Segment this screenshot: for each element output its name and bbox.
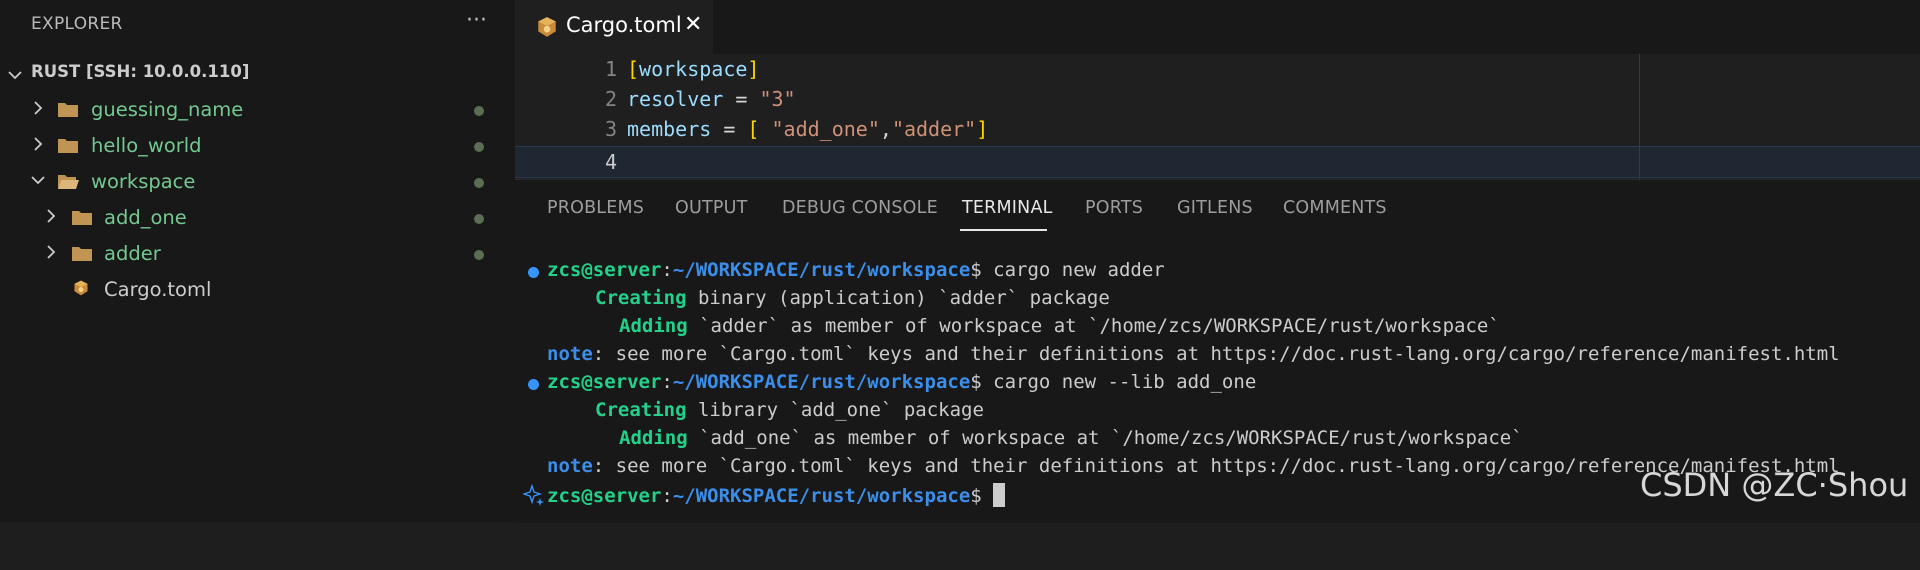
tab-problems[interactable]: PROBLEMS	[547, 198, 644, 218]
folder-icon	[58, 103, 78, 117]
more-actions-icon[interactable]: ···	[466, 8, 487, 33]
folder-icon	[58, 139, 78, 153]
tree-folder-adder[interactable]: adder	[0, 237, 515, 271]
tree-file-cargo-toml[interactable]: Cargo.toml	[0, 273, 515, 307]
code-text: [workspace]	[627, 57, 760, 81]
code-text: members = [ "add_one","adder"]	[627, 117, 989, 141]
tab-debug-console[interactable]: DEBUG CONSOLE	[782, 198, 938, 218]
chevron-down-icon	[8, 71, 22, 80]
code-text: resolver = "3"	[627, 87, 796, 111]
git-status-dot	[474, 142, 484, 152]
tree-folder-workspace[interactable]: workspace	[0, 165, 515, 199]
tree-item-label: add_one	[104, 206, 187, 229]
command-success-icon	[528, 379, 539, 390]
git-status-dot	[474, 250, 484, 260]
line-number: 4	[604, 150, 617, 174]
git-status-dot	[474, 178, 484, 188]
terminal-line: note: see more `Cargo.toml` keys and the…	[547, 455, 1840, 477]
terminal-line: Adding `adder` as member of workspace at…	[619, 315, 1500, 337]
tree-item-label: adder	[104, 242, 161, 265]
line-number: 1	[604, 57, 617, 81]
git-status-dot	[474, 106, 484, 116]
workspace-root-label: RUST [SSH: 10.0.0.110]	[31, 62, 250, 81]
folder-icon	[72, 211, 92, 225]
terminal-prompt-line: zcs@server:~/WORKSPACE/rust/workspace$	[515, 482, 1006, 510]
folder-open-icon	[58, 175, 79, 189]
sparkle-icon[interactable]	[523, 484, 545, 506]
command-success-icon	[528, 267, 539, 278]
tab-output[interactable]: OUTPUT	[675, 198, 748, 218]
terminal-line: zcs@server:~/WORKSPACE/rust/workspace$ c…	[515, 370, 1256, 398]
tab-terminal[interactable]: TERMINAL	[962, 198, 1053, 218]
chevron-right-icon	[47, 209, 56, 223]
tab-gitlens[interactable]: GITLENS	[1177, 198, 1253, 218]
explorer-title: EXPLORER	[31, 14, 123, 34]
tree-item-label: workspace	[91, 170, 196, 193]
tree-item-label: Cargo.toml	[104, 278, 212, 301]
chevron-right-icon	[47, 245, 56, 259]
explorer-sidebar: EXPLORER ··· RUST [SSH: 10.0.0.110] gues…	[0, 0, 515, 522]
active-tab-indicator	[960, 229, 1047, 231]
git-status-dot	[474, 214, 484, 224]
watermark: CSDN @ZC·Shou	[1640, 466, 1909, 504]
tab-label: Cargo.toml	[566, 13, 682, 37]
code-line: 1 [workspace]	[515, 54, 1920, 84]
chevron-down-icon	[31, 176, 45, 185]
code-line-current: 4	[515, 146, 1920, 178]
editor-ruler	[1639, 54, 1640, 179]
chevron-right-icon	[34, 137, 43, 151]
terminal-line: Adding `add_one` as member of workspace …	[619, 427, 1523, 449]
line-number: 2	[604, 87, 617, 111]
terminal-line: zcs@server:~/WORKSPACE/rust/workspace$ c…	[515, 258, 1165, 286]
code-line: 2 resolver = "3"	[515, 84, 1920, 114]
workspace-root-header[interactable]: RUST [SSH: 10.0.0.110]	[0, 60, 515, 88]
tab-ports[interactable]: PORTS	[1085, 198, 1143, 218]
toml-file-icon	[74, 280, 88, 296]
code-editor[interactable]: 1 [workspace] 2 resolver = "3" 3 members…	[515, 54, 1920, 179]
tree-folder-add-one[interactable]: add_one	[0, 201, 515, 235]
code-line: 3 members = [ "add_one","adder"]	[515, 114, 1920, 144]
tree-folder-hello-world[interactable]: hello_world	[0, 129, 515, 163]
terminal-line: Creating library `add_one` package	[595, 399, 984, 421]
tree-item-label: guessing_name	[91, 98, 244, 121]
close-icon[interactable]: ✕	[684, 12, 702, 37]
tree-folder-guessing-name[interactable]: guessing_name	[0, 93, 515, 127]
tree-item-label: hello_world	[91, 134, 202, 157]
toml-file-icon	[538, 17, 556, 37]
terminal-line: note: see more `Cargo.toml` keys and the…	[547, 343, 1840, 365]
terminal-line: Creating binary (application) `adder` pa…	[595, 287, 1110, 309]
terminal-cursor	[993, 483, 1006, 507]
tab-cargo-toml[interactable]: Cargo.toml ✕	[515, 0, 713, 54]
line-number: 3	[604, 117, 617, 141]
folder-icon	[72, 247, 92, 261]
tab-comments[interactable]: COMMENTS	[1283, 198, 1387, 218]
editor-tab-bar: Cargo.toml ✕	[515, 0, 1920, 54]
chevron-right-icon	[34, 101, 43, 115]
